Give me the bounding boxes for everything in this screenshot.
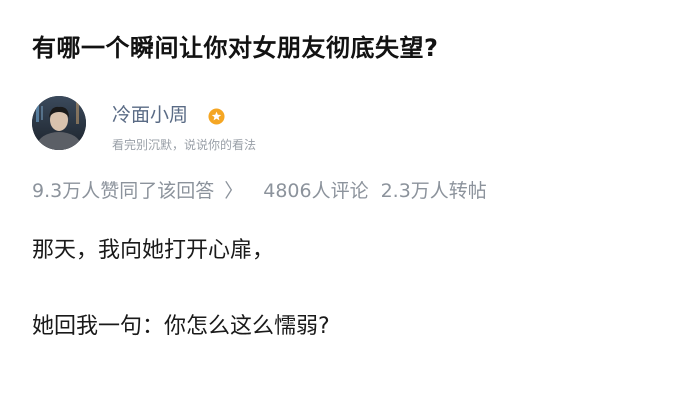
answer-paragraph: 那天，我向她打开心扉，	[32, 238, 275, 263]
avatar-image	[32, 96, 86, 150]
author-name[interactable]: 冷面小周	[112, 100, 188, 127]
answer-paragraph: 她回我一句：你怎么这么懦弱?	[32, 314, 330, 339]
question-title[interactable]: 有哪一个瞬间让你对女朋友彻底失望?	[32, 28, 438, 63]
reposts-count[interactable]: 2.3万人转帖	[381, 176, 487, 203]
star-badge-icon	[208, 108, 225, 125]
likes-count[interactable]: 9.3万人赞同了该回答	[32, 176, 214, 203]
chevron-right-icon[interactable]: 〉	[224, 176, 243, 203]
comments-count[interactable]: 4806人评论	[263, 176, 368, 203]
author-bio: 看完别沉默，说说你的看法	[112, 138, 257, 152]
avatar[interactable]	[32, 96, 86, 150]
author-row: 冷面小周 看完别沉默，说说你的看法	[32, 96, 652, 156]
answer-stats: 9.3万人赞同了该回答〉 4806人评论 2.3万人转帖	[32, 176, 487, 203]
